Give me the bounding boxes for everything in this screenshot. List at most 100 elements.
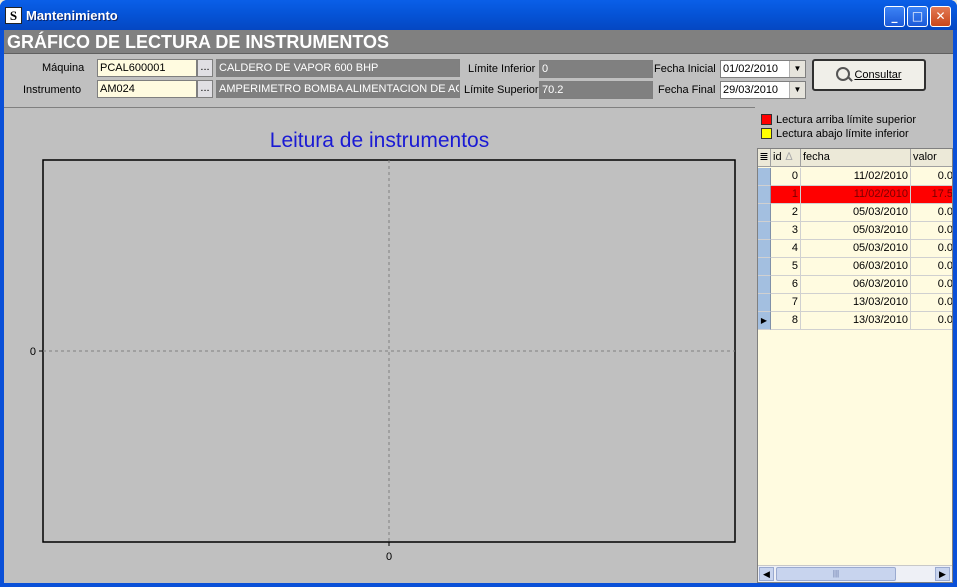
minimize-button[interactable]: _ xyxy=(884,6,905,27)
legend-item-below: Lectura abajo límite inferior xyxy=(761,128,909,140)
cell-valor: 0.0 xyxy=(911,312,952,330)
fecha-inicial-picker[interactable]: 01/02/2010 ▼ xyxy=(720,60,806,78)
consultar-button[interactable]: Consultar xyxy=(812,59,926,91)
table-row[interactable]: 0 11/02/2010 0.0 xyxy=(758,168,952,186)
table-row[interactable]: 2 05/03/2010 0.0 xyxy=(758,204,952,222)
magnifier-icon xyxy=(836,67,851,81)
maquina-label: Máquina xyxy=(42,62,85,74)
limite-superior-label: Límite Superior xyxy=(464,84,539,96)
cell-fecha: 11/02/2010 xyxy=(801,186,911,204)
chevron-down-icon[interactable]: ▼ xyxy=(789,82,805,98)
maquina-code-field[interactable]: PCAL600001 xyxy=(97,59,197,77)
cell-id: 8 xyxy=(771,312,801,330)
cell-valor: 0.0 xyxy=(911,222,952,240)
app-icon: S xyxy=(5,7,22,24)
cell-valor: 0.0 xyxy=(911,294,952,312)
instrumento-label: Instrumento xyxy=(23,84,82,96)
scroll-right-icon[interactable]: ▶ xyxy=(935,567,950,581)
fecha-inicial-label: Fecha Inicial xyxy=(654,63,716,75)
client-area: GRÁFICO DE LECTURA DE INSTRUMENTOS Máqui… xyxy=(4,30,953,583)
cell-valor: 17.5 xyxy=(911,186,952,204)
table-row[interactable]: 5 06/03/2010 0.0 xyxy=(758,258,952,276)
scroll-left-icon[interactable]: ◀ xyxy=(759,567,774,581)
fecha-final-picker[interactable]: 29/03/2010 ▼ xyxy=(720,81,806,99)
table-row[interactable]: 1 11/02/2010 17.5 xyxy=(758,186,952,204)
chart-plot: 00 xyxy=(30,159,736,563)
cell-fecha: 05/03/2010 xyxy=(801,240,911,258)
legend-label-below: Lectura abajo límite inferior xyxy=(776,128,909,140)
row-selector[interactable] xyxy=(758,240,771,258)
column-header-fecha[interactable]: fecha xyxy=(801,149,911,167)
legend-label-above: Lectura arriba límite superior xyxy=(776,114,917,126)
row-selector[interactable] xyxy=(758,276,771,294)
limite-inferior-field: 0 xyxy=(539,60,653,78)
horizontal-scrollbar[interactable]: ◀ ||| ▶ xyxy=(758,565,952,582)
cell-fecha: 06/03/2010 xyxy=(801,258,911,276)
consultar-label: Consultar xyxy=(854,69,902,81)
instrumento-description-field: AMPERIMETRO BOMBA ALIMENTACION DE AGUA xyxy=(216,80,460,98)
cell-fecha: 05/03/2010 xyxy=(801,222,911,240)
cell-id: 0 xyxy=(771,168,801,186)
instrumento-code-field[interactable]: AM024 xyxy=(97,80,197,98)
maquina-lookup-button[interactable]: ... xyxy=(197,59,213,77)
maximize-button[interactable]: □ xyxy=(907,6,928,27)
x-tick-label: 0 xyxy=(386,551,392,563)
instrumento-lookup-button[interactable]: ... xyxy=(197,80,213,98)
cell-id: 5 xyxy=(771,258,801,276)
grid-header: ≣ id ∆ fecha valor xyxy=(758,149,952,167)
header-band: GRÁFICO DE LECTURA DE INSTRUMENTOS xyxy=(4,30,953,54)
cell-fecha: 13/03/2010 xyxy=(801,294,911,312)
table-row[interactable]: 3 05/03/2010 0.0 xyxy=(758,222,952,240)
cell-valor: 0.0 xyxy=(911,168,952,186)
chart-panel: Leitura de instrumentos 00 xyxy=(4,107,755,583)
cell-fecha: 06/03/2010 xyxy=(801,276,911,294)
row-selector[interactable] xyxy=(758,222,771,240)
cell-id: 6 xyxy=(771,276,801,294)
cell-fecha: 05/03/2010 xyxy=(801,204,911,222)
table-row[interactable]: 7 13/03/2010 0.0 xyxy=(758,294,952,312)
cell-id: 4 xyxy=(771,240,801,258)
readings-grid: ≣ id ∆ fecha valor 0 11/02/2010 0.0 1 11/02/2… xyxy=(757,148,953,583)
limite-superior-field: 70.2 xyxy=(539,81,653,99)
cell-fecha: 13/03/2010 xyxy=(801,312,911,330)
fecha-final-label: Fecha Final xyxy=(658,84,716,96)
close-button[interactable]: ✕ xyxy=(930,6,951,27)
table-row[interactable]: 6 06/03/2010 0.0 xyxy=(758,276,952,294)
y-tick-label: 0 xyxy=(30,346,36,358)
scroll-thumb[interactable]: ||| xyxy=(776,567,896,581)
legend-item-above: Lectura arriba límite superior xyxy=(761,114,916,126)
row-selector[interactable] xyxy=(758,204,771,222)
fecha-inicial-value: 01/02/2010 xyxy=(723,63,779,75)
cell-id: 7 xyxy=(771,294,801,312)
cell-valor: 0.0 xyxy=(911,240,952,258)
cell-valor: 0.0 xyxy=(911,258,952,276)
cell-valor: 0.0 xyxy=(911,204,952,222)
row-selector[interactable]: ▶ xyxy=(758,312,771,330)
legend-swatch-below xyxy=(761,128,772,139)
cell-fecha: 11/02/2010 xyxy=(801,168,911,186)
legend: Lectura arriba límite superior Lectura a… xyxy=(757,108,953,148)
window-title: Mantenimiento xyxy=(26,8,118,23)
column-chooser-icon[interactable]: ≣ xyxy=(758,149,771,167)
cell-id: 2 xyxy=(771,204,801,222)
row-selector[interactable] xyxy=(758,186,771,204)
page-title: GRÁFICO DE LECTURA DE INSTRUMENTOS xyxy=(7,32,390,52)
title-bar[interactable]: S Mantenimiento _ □ ✕ xyxy=(0,0,957,30)
filter-panel: Máquina PCAL600001 ... CALDERO DE VAPOR … xyxy=(4,55,953,106)
column-header-id[interactable]: id ∆ xyxy=(771,149,801,167)
fecha-final-value: 29/03/2010 xyxy=(723,84,779,96)
cell-valor: 0.0 xyxy=(911,276,952,294)
table-row[interactable]: 4 05/03/2010 0.0 xyxy=(758,240,952,258)
limite-inferior-label: Límite Inferior xyxy=(468,63,536,75)
row-selector[interactable] xyxy=(758,168,771,186)
column-header-valor[interactable]: valor xyxy=(911,149,952,167)
legend-swatch-above xyxy=(761,114,772,125)
table-row[interactable]: ▶ 8 13/03/2010 0.0 xyxy=(758,312,952,330)
chevron-down-icon[interactable]: ▼ xyxy=(789,61,805,77)
row-selector[interactable] xyxy=(758,294,771,312)
application-window: S Mantenimiento _ □ ✕ GRÁFICO DE LECTURA… xyxy=(0,0,957,587)
row-selector[interactable] xyxy=(758,258,771,276)
cell-id: 3 xyxy=(771,222,801,240)
cell-id: 1 xyxy=(771,186,801,204)
maquina-description-field: CALDERO DE VAPOR 600 BHP xyxy=(216,59,460,77)
